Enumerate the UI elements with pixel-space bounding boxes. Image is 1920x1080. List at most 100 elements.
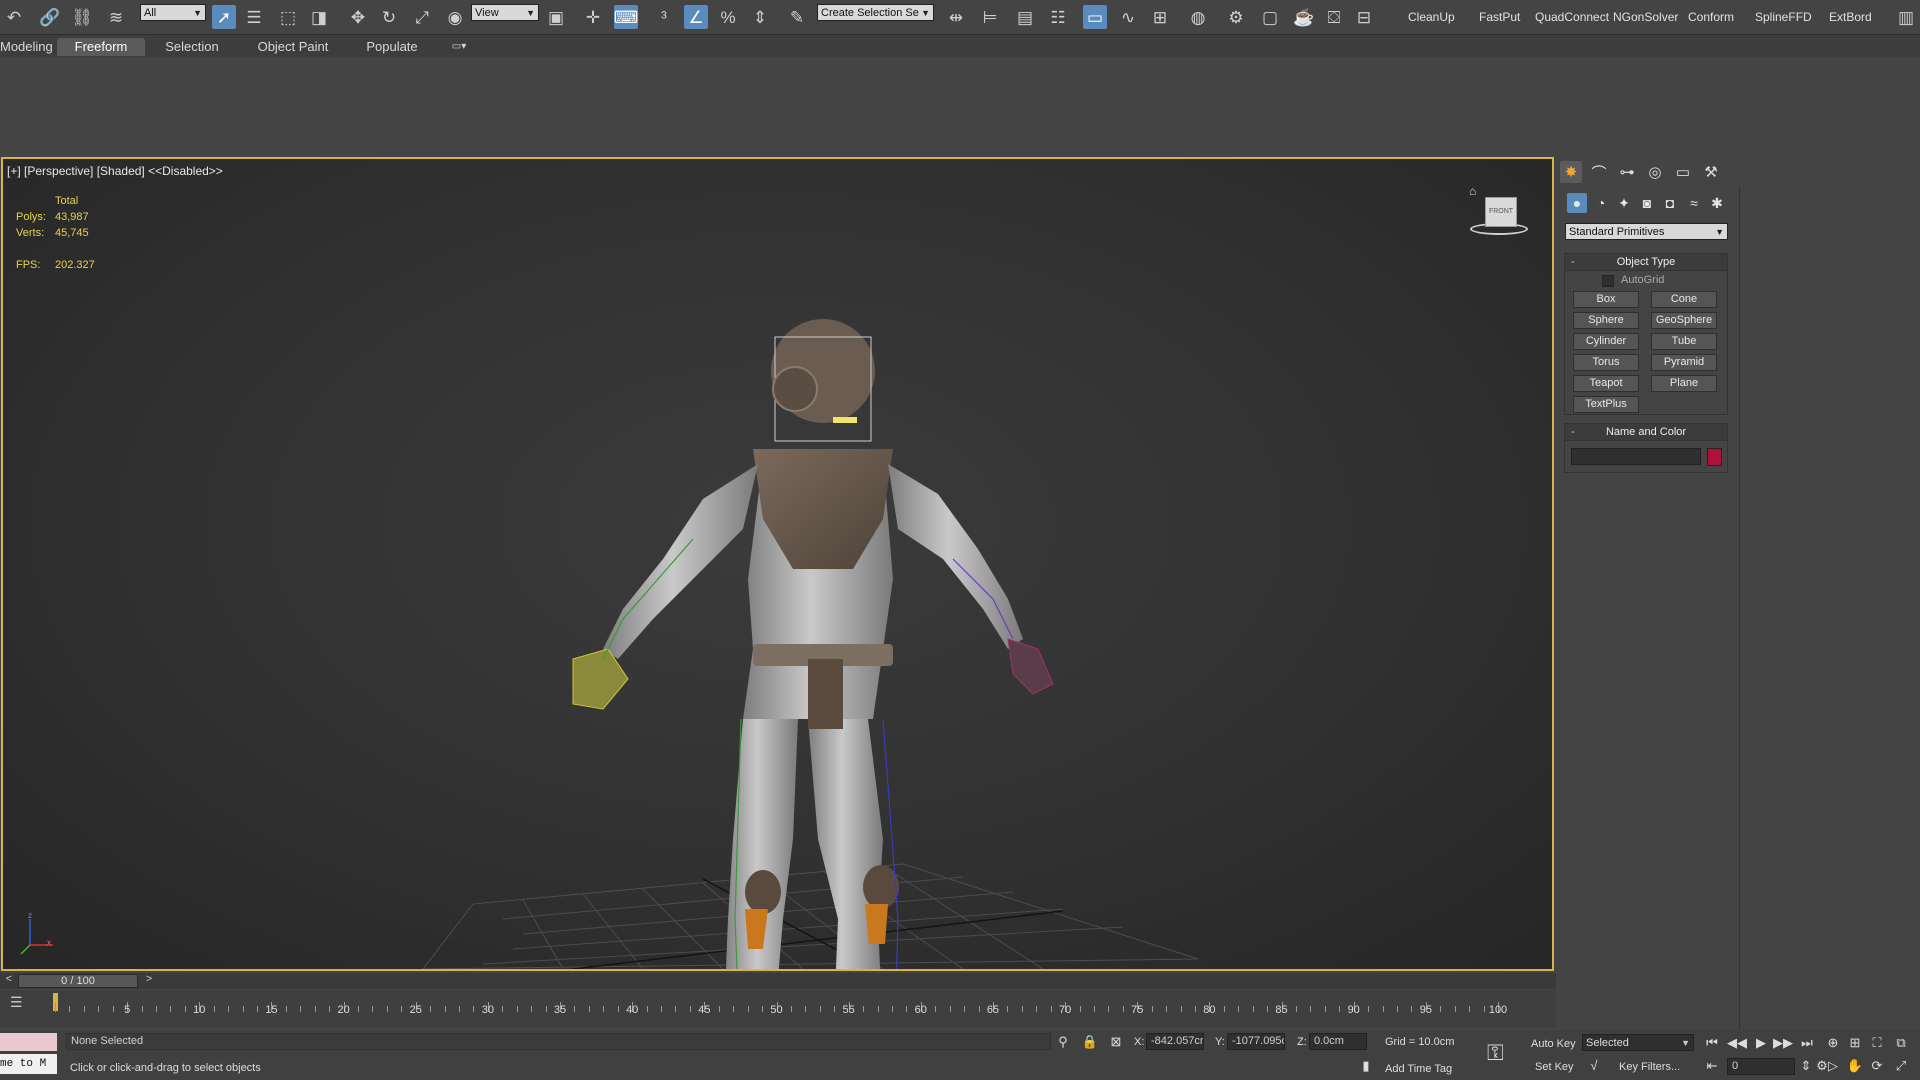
- tab-populate[interactable]: Populate: [352, 38, 432, 56]
- auto-key-button[interactable]: Auto Key: [1531, 1038, 1576, 1050]
- teapot-button[interactable]: Teapot: [1573, 375, 1639, 392]
- next-frame-button[interactable]: >: [142, 973, 156, 989]
- name-color-header[interactable]: - Name and Color: [1565, 424, 1727, 441]
- keyboard-shortcut-icon[interactable]: ⌨: [614, 5, 638, 29]
- hierarchy-icon[interactable]: ⊶: [1616, 161, 1638, 183]
- field-of-view-icon[interactable]: ▷: [1824, 1057, 1842, 1075]
- next-key-icon[interactable]: ▶▶: [1773, 1034, 1793, 1052]
- geosphere-button[interactable]: GeoSphere: [1651, 312, 1717, 329]
- maxscript-listener-pink[interactable]: [0, 1033, 57, 1051]
- overflow-icon[interactable]: ▥: [1894, 5, 1918, 29]
- pivot-icon[interactable]: ▣: [544, 5, 568, 29]
- move-icon[interactable]: ✥: [346, 5, 370, 29]
- scale-icon[interactable]: ⤢: [410, 5, 434, 29]
- schematic-icon[interactable]: ⊞: [1148, 5, 1172, 29]
- unlink-icon[interactable]: ⛓: [70, 5, 94, 29]
- play-icon[interactable]: ▶: [1752, 1034, 1770, 1052]
- tab-modeling[interactable]: Modeling: [0, 38, 53, 56]
- zoom-all-icon[interactable]: ⊞: [1846, 1034, 1864, 1052]
- rotate-icon[interactable]: ↻: [377, 5, 401, 29]
- zoom-icon[interactable]: ⊕: [1824, 1034, 1842, 1052]
- helpers-icon[interactable]: ◘: [1660, 193, 1680, 213]
- time-slider[interactable]: < 0 / 100 >: [0, 973, 1556, 989]
- curve-editor-icon[interactable]: ∿: [1116, 5, 1140, 29]
- set-key-big-icon[interactable]: ⚿: [1487, 1040, 1517, 1066]
- lock-selection-icon[interactable]: 🔒: [1081, 1033, 1099, 1051]
- x-coordinate-field[interactable]: -842.057cr: [1146, 1033, 1204, 1050]
- lights-icon[interactable]: ✦: [1614, 193, 1634, 213]
- key-mode-dropdown[interactable]: Selected ▼: [1582, 1034, 1694, 1051]
- plugin-cleanup[interactable]: CleanUp: [1408, 10, 1455, 24]
- key-mode-toggle-icon[interactable]: ⇤: [1703, 1057, 1721, 1075]
- ribbon-options-icon[interactable]: ▭▾: [446, 38, 472, 56]
- bind-spacewarp-icon[interactable]: ≋: [104, 5, 128, 29]
- shapes-icon[interactable]: ◔: [1591, 193, 1611, 213]
- ribbon-icon[interactable]: ▭: [1083, 5, 1107, 29]
- maximize-viewport-icon[interactable]: ⤢: [1892, 1057, 1910, 1075]
- current-frame-field[interactable]: 0: [1727, 1058, 1795, 1075]
- plugin-ngonsolver[interactable]: NGonSolver: [1613, 10, 1678, 24]
- object-name-field[interactable]: [1571, 448, 1701, 465]
- prev-frame-button[interactable]: <: [2, 973, 16, 989]
- isolate-selection-icon[interactable]: ⚲: [1054, 1033, 1072, 1051]
- goto-end-icon[interactable]: ⏭: [1798, 1034, 1816, 1052]
- box-button[interactable]: Box: [1573, 291, 1639, 308]
- display-icon[interactable]: ▭: [1672, 161, 1694, 183]
- snap-3d-icon[interactable]: ³: [652, 5, 676, 29]
- pyramid-button[interactable]: Pyramid: [1651, 354, 1717, 371]
- absolute-mode-icon[interactable]: ⊠: [1107, 1033, 1125, 1051]
- scene-explorer-icon[interactable]: ☷: [1046, 5, 1070, 29]
- torus-button[interactable]: Torus: [1573, 354, 1639, 371]
- link-icon[interactable]: 🔗: [38, 5, 62, 29]
- maxscript-listener-input[interactable]: me to M: [0, 1054, 57, 1074]
- systems-icon[interactable]: ✱: [1707, 193, 1727, 213]
- plugin-fastput[interactable]: FastPut: [1479, 10, 1520, 24]
- object-category-dropdown[interactable]: Standard Primitives ▼: [1565, 223, 1728, 240]
- mini-curve-editor-icon[interactable]: ☰: [10, 994, 28, 1012]
- tab-object-paint[interactable]: Object Paint: [252, 38, 334, 56]
- select-object-icon[interactable]: ➚: [212, 5, 236, 29]
- rendered-frame-icon[interactable]: ▢: [1258, 5, 1282, 29]
- tab-selection[interactable]: Selection: [158, 38, 226, 56]
- perspective-viewport[interactable]: [+] [Perspective] [Shaded] <<Disabled>> …: [1, 157, 1554, 971]
- y-coordinate-field[interactable]: -1077.095c: [1227, 1033, 1285, 1050]
- orbit-icon[interactable]: ⟳: [1868, 1057, 1886, 1075]
- object-type-header[interactable]: - Object Type: [1565, 254, 1727, 271]
- pan-view-icon[interactable]: ✋: [1846, 1057, 1864, 1075]
- create-icon[interactable]: ✸: [1560, 161, 1582, 183]
- object-color-swatch[interactable]: [1707, 448, 1722, 466]
- textplus-button[interactable]: TextPlus: [1573, 396, 1639, 413]
- render-setup-icon[interactable]: ⚙: [1224, 5, 1248, 29]
- render-icon[interactable]: ☕: [1292, 5, 1316, 29]
- tab-freeform[interactable]: Freeform: [57, 38, 145, 56]
- spacewarps-icon[interactable]: ≈: [1684, 193, 1704, 213]
- z-coordinate-field[interactable]: 0.0cm: [1309, 1033, 1367, 1050]
- cameras-icon[interactable]: ◙: [1637, 193, 1657, 213]
- zoom-extents-icon[interactable]: ⛶: [1868, 1034, 1886, 1052]
- sphere-button[interactable]: Sphere: [1573, 312, 1639, 329]
- edit-named-sel-icon[interactable]: ✎: [785, 5, 809, 29]
- plugin-conform[interactable]: Conform: [1688, 10, 1734, 24]
- geometry-icon[interactable]: ●: [1567, 193, 1587, 213]
- align-icon[interactable]: ⊨: [978, 5, 1002, 29]
- motion-icon[interactable]: ◎: [1644, 161, 1666, 183]
- time-tag-icon[interactable]: ▮: [1357, 1057, 1375, 1075]
- time-slider-thumb[interactable]: 0 / 100: [18, 974, 138, 988]
- zoom-extents-all-icon[interactable]: ⧉: [1892, 1034, 1910, 1052]
- selection-filter-dropdown[interactable]: All ▼: [140, 4, 206, 21]
- percent-snap-icon[interactable]: %: [716, 5, 740, 29]
- plane-button[interactable]: Plane: [1651, 375, 1717, 392]
- render-iterative-icon[interactable]: ⊟: [1352, 5, 1376, 29]
- select-by-name-icon[interactable]: ☰: [242, 5, 266, 29]
- set-key-button[interactable]: Set Key: [1535, 1061, 1574, 1073]
- plugin-quadconnect[interactable]: QuadConnect: [1535, 10, 1609, 24]
- render-production-icon[interactable]: ⛋: [1322, 5, 1346, 29]
- angle-snap-icon[interactable]: ∠: [684, 5, 708, 29]
- cylinder-button[interactable]: Cylinder: [1573, 333, 1639, 350]
- modify-icon[interactable]: ⌒: [1588, 161, 1610, 183]
- select-manipulate-icon[interactable]: ✛: [581, 5, 605, 29]
- key-filters-button[interactable]: Key Filters...: [1619, 1061, 1680, 1073]
- utilities-icon[interactable]: ⚒: [1700, 161, 1722, 183]
- window-crossing-icon[interactable]: ◨: [307, 5, 331, 29]
- key-tangent-icon[interactable]: √: [1585, 1056, 1603, 1074]
